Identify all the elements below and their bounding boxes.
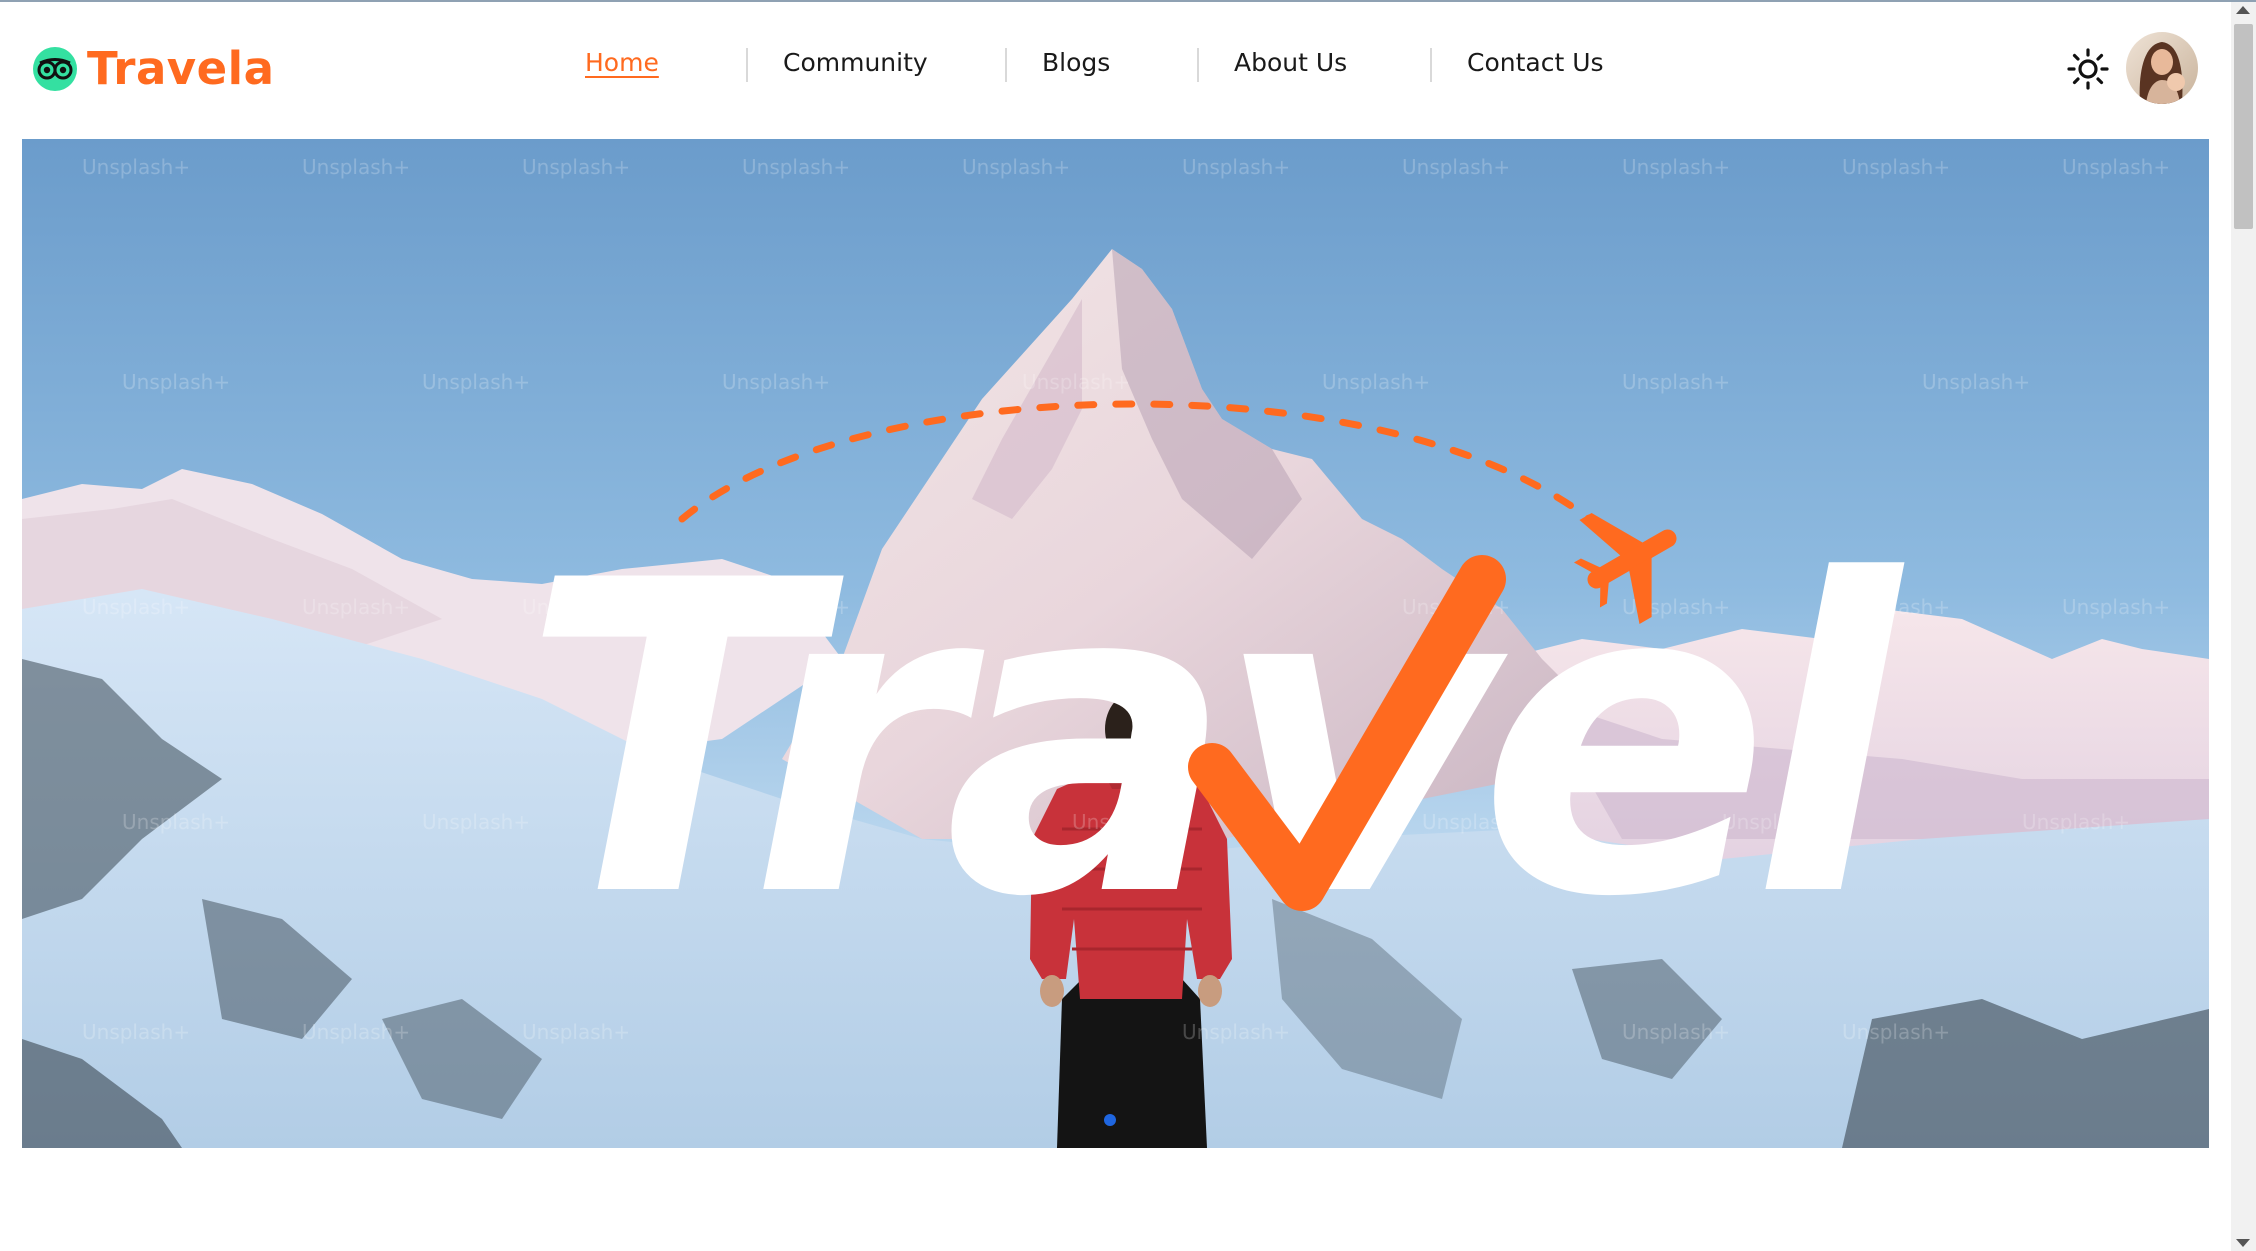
svg-text:Travel: Travel [522, 491, 1907, 991]
theme-toggle-button[interactable] [2064, 45, 2112, 93]
hero-title-text: Travel [522, 491, 1907, 991]
vertical-scrollbar[interactable] [2231, 2, 2256, 1251]
nav-divider [1430, 48, 1432, 82]
nav-divider [1197, 48, 1199, 82]
slider-dots [1104, 1114, 1116, 1126]
user-avatar[interactable] [2126, 32, 2198, 104]
slide-dot-active[interactable] [1104, 1114, 1116, 1126]
nav-home-link[interactable]: Home [585, 48, 659, 77]
scroll-up-arrow-icon[interactable] [2236, 6, 2250, 14]
nav-contact-link[interactable]: Contact Us [1467, 48, 1604, 77]
hero-title: Travel [522, 491, 1925, 991]
navbar: Travela Home Community Blogs About Us Co… [0, 2, 2230, 136]
main-nav: Home Community Blogs About Us Contact Us [0, 48, 1700, 92]
nav-about-link[interactable]: About Us [1234, 48, 1347, 77]
nav-divider [746, 48, 748, 82]
hero-banner: Unsplash+ Unsplash+ Unsplash+ Unsplash+ Unsp… [22, 139, 2209, 1148]
sun-icon [2067, 48, 2109, 90]
nav-blogs-link[interactable]: Blogs [1042, 48, 1110, 77]
scroll-down-arrow-icon[interactable] [2236, 1239, 2250, 1247]
scrollbar-thumb[interactable] [2234, 24, 2253, 229]
nav-divider [1005, 48, 1007, 82]
nav-community-link[interactable]: Community [783, 48, 928, 77]
